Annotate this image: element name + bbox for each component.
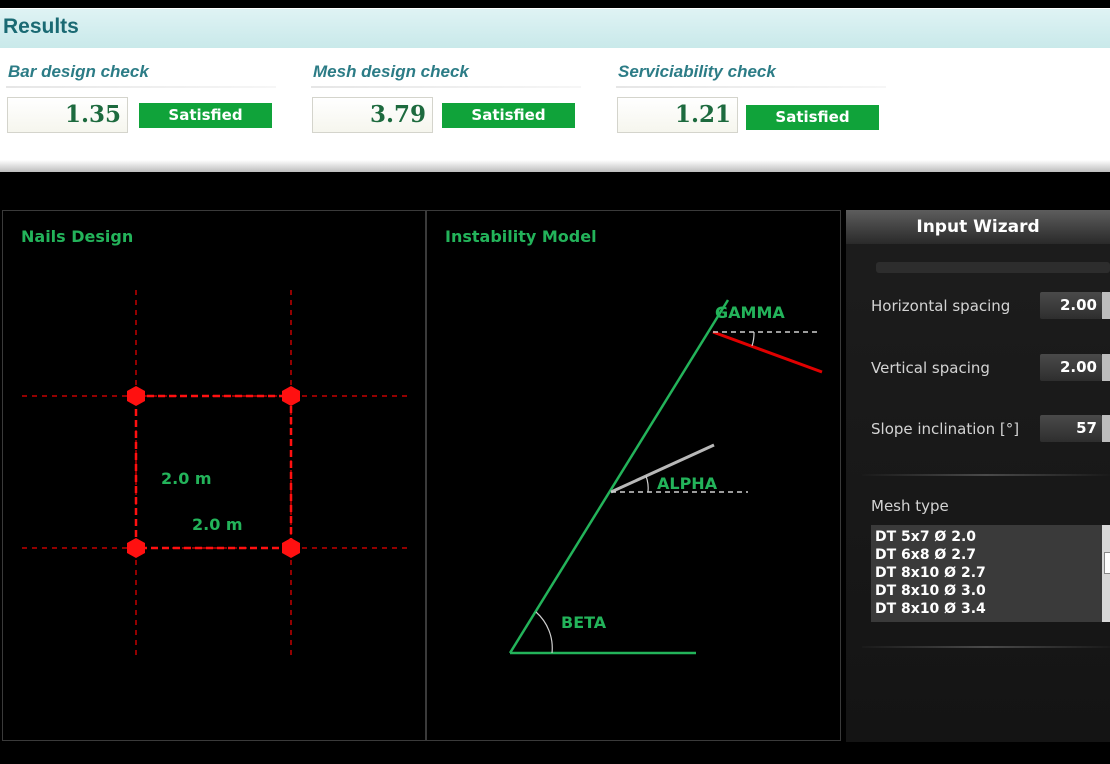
instability-model-diagram: GAMMA ALPHA BETA [508, 299, 823, 655]
list-item[interactable]: DT 8x10 Ø 3.0 [875, 582, 986, 600]
nails-design-diagram: 2.0 m 2.0 m [22, 290, 407, 660]
serviciability-status-badge: Satisfied [746, 105, 879, 130]
horizontal-spacing-spinner[interactable] [1102, 292, 1110, 319]
gamma-arc [751, 331, 755, 347]
vertical-spacing-label: Vertical spacing [871, 359, 990, 377]
bar-design-status-badge: Satisfied [139, 103, 272, 128]
gamma-label: GAMMA [715, 303, 785, 322]
beta-label: BETA [561, 613, 607, 632]
mesh-list-scroll-thumb[interactable] [1104, 552, 1110, 574]
mesh-type-list[interactable]: DT 5x7 Ø 2.0 DT 6x8 Ø 2.7 DT 8x10 Ø 2.7 … [871, 525, 1110, 622]
divider [862, 646, 1110, 648]
slope-inclination-input[interactable]: 57 [1040, 415, 1102, 442]
divider [311, 86, 581, 88]
list-item[interactable]: DT 8x10 Ø 2.7 [875, 564, 986, 582]
list-item[interactable]: DT 6x8 Ø 2.7 [875, 546, 976, 564]
mesh-type-label: Mesh type [871, 497, 949, 515]
wizard-progress-bar [876, 262, 1110, 273]
vertical-spacing-input[interactable]: 2.00 [1040, 354, 1102, 381]
results-header-bar [0, 9, 1110, 48]
divider [862, 474, 1110, 476]
results-title: Results [3, 15, 79, 38]
horizontal-spacing-input[interactable]: 2.00 [1040, 292, 1102, 319]
results-bottom-edge [0, 160, 1110, 172]
bar-design-check-label: Bar design check [8, 62, 149, 81]
mesh-design-check-label: Mesh design check [313, 62, 469, 81]
vertical-spacing-label: 2.0 m [161, 469, 212, 488]
slope-inclination-label: Slope inclination [°] [871, 420, 1020, 438]
serviciability-check-label: Serviciability check [618, 62, 776, 81]
alpha-arc [645, 475, 649, 493]
horizontal-spacing-label: 2.0 m [192, 515, 243, 534]
mesh-design-value: 3.79 [312, 97, 433, 133]
alpha-label: ALPHA [657, 474, 718, 493]
slope-inclination-spinner[interactable] [1102, 415, 1110, 442]
input-wizard-title: Input Wizard [846, 210, 1110, 244]
mesh-design-status-badge: Satisfied [442, 103, 575, 128]
divider [616, 86, 886, 88]
bar-design-value: 1.35 [7, 97, 128, 133]
beta-arc [535, 611, 553, 654]
serviciability-value: 1.21 [617, 97, 738, 133]
divider [6, 86, 276, 88]
nail-marker [282, 538, 300, 558]
list-item[interactable]: DT 8x10 Ø 3.4 [875, 600, 986, 618]
nail-marker [127, 386, 145, 406]
gamma-line [712, 330, 823, 374]
nail-marker [127, 538, 145, 558]
input-wizard-panel [846, 210, 1110, 742]
vertical-spacing-spinner[interactable] [1102, 354, 1110, 381]
horizontal-spacing-label: Horizontal spacing [871, 297, 1011, 315]
nail-marker [282, 386, 300, 406]
list-item[interactable]: DT 5x7 Ø 2.0 [875, 528, 976, 546]
